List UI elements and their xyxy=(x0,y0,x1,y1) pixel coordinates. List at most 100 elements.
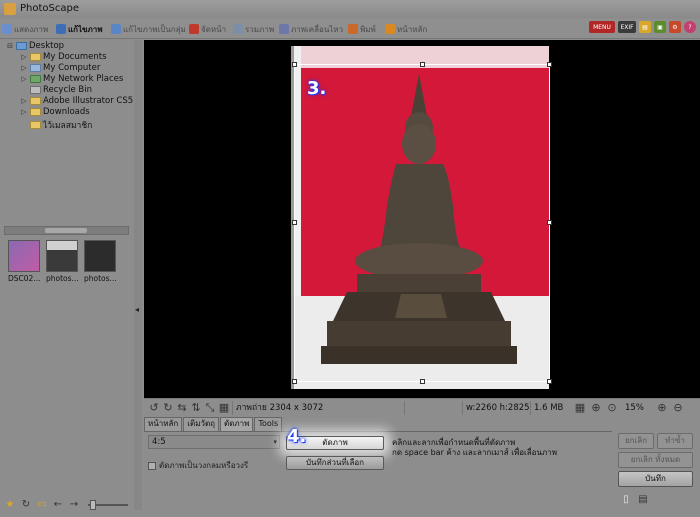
thumbnail-image[interactable] xyxy=(8,240,40,272)
crop-handle[interactable] xyxy=(292,220,297,225)
crop-hint-line-2: กด space bar ค้าง และลากเมาส์ เพื่อเลื่อ… xyxy=(392,448,557,457)
circle-crop-checkbox[interactable]: ตัดภาพเป็นวงกลมหรือวงรี xyxy=(148,459,248,472)
collapse-icon[interactable]: ⊟ xyxy=(6,42,14,50)
zoom-actual-icon[interactable]: ⊙ xyxy=(606,402,618,414)
open-folder-icon[interactable]: ▭ xyxy=(36,499,48,511)
tree-item-downloads[interactable]: ▷ Downloads xyxy=(20,107,89,117)
back-arrow-icon[interactable]: ← xyxy=(52,499,64,511)
tree-item-member-mail[interactable]: ไว้เมลสมาชิก xyxy=(20,118,92,132)
expand-icon[interactable]: ▷ xyxy=(20,97,28,105)
crop-handle[interactable] xyxy=(547,379,552,384)
folder-icon xyxy=(30,53,41,61)
zoom-out-icon[interactable]: ⊖ xyxy=(672,402,684,414)
help-icon[interactable]: ? xyxy=(684,21,696,33)
page-icon xyxy=(189,24,199,34)
thumbnail-size-slider[interactable] xyxy=(88,500,128,510)
tab-editor[interactable]: แก้ไขภาพ xyxy=(56,21,103,37)
zoom-fit-icon[interactable]: ⊕ xyxy=(590,402,602,414)
save-selection-button[interactable]: บันทึกส่วนที่เลือก xyxy=(286,456,384,470)
redo-button[interactable]: ทำซ้ำ xyxy=(657,433,693,449)
tab-viewer[interactable]: แสดงภาพ xyxy=(2,21,48,37)
expand-icon[interactable]: ▷ xyxy=(20,64,28,72)
refresh-icon[interactable]: ↻ xyxy=(20,499,32,511)
exif-button[interactable]: EXIF xyxy=(618,21,636,33)
top-right-buttons: MENU EXIF ▤ ▣ ⚙ ? xyxy=(589,21,696,33)
crop-panel: 4:5 ▾ ตัดภาพเป็นวงกลมหรือวงรี ตัดภาพ 4. … xyxy=(144,426,612,511)
tab-home-tools[interactable]: หน้าหลัก xyxy=(144,417,183,431)
crop-handle[interactable] xyxy=(292,379,297,384)
undo-button[interactable]: ยกเลิก xyxy=(618,433,654,449)
crop-ratio-select[interactable]: 4:5 ▾ xyxy=(148,435,280,449)
rotate-right-icon[interactable]: ↻ xyxy=(162,402,174,414)
resize-icon[interactable]: ⤡ xyxy=(204,402,216,414)
thumbnail-item[interactable]: photos... xyxy=(84,240,120,283)
tree-horizontal-scrollbar[interactable] xyxy=(4,226,129,235)
chevron-down-icon[interactable]: ▾ xyxy=(273,436,277,448)
menu-button[interactable]: MENU xyxy=(589,21,615,33)
flip-horizontal-icon[interactable]: ⇆ xyxy=(176,402,188,414)
tab-objects[interactable]: เติมวัตถุ xyxy=(183,417,219,431)
step-4-marker: 4. xyxy=(287,426,307,447)
tree-item-my-documents[interactable]: ▷ My Documents xyxy=(20,52,106,62)
tab-page[interactable]: จัดหน้า xyxy=(189,21,226,37)
computer-icon xyxy=(30,64,41,72)
crop-handle[interactable] xyxy=(292,62,297,67)
printer-icon[interactable]: ▤ xyxy=(637,494,649,506)
folder-icon xyxy=(30,97,41,105)
thumbnail-strip: DSC02... photos... photos... xyxy=(4,240,134,300)
slider-knob[interactable] xyxy=(90,500,96,510)
tab-batch-editor[interactable]: แก้ไขภาพเป็นกลุ่ม xyxy=(111,21,186,37)
collapse-arrow-icon[interactable]: ◂ xyxy=(135,305,139,314)
tree-item-my-network-places[interactable]: ▷ My Network Places xyxy=(20,74,123,84)
tree-item-adobe-illustrator[interactable]: ▷ Adobe Illustrator CS5 xyxy=(20,96,133,106)
rotate-left-icon[interactable]: ↺ xyxy=(148,402,160,414)
zoom-in-icon[interactable]: ⊕ xyxy=(656,402,668,414)
image-canvas[interactable]: 3. xyxy=(144,40,700,398)
thumbnail-item[interactable]: photos... xyxy=(46,240,82,283)
batch-editor-icon xyxy=(111,24,121,34)
tab-print[interactable]: พิมพ์ xyxy=(348,21,376,37)
thumbnail-image[interactable] xyxy=(84,240,116,272)
folder-icon xyxy=(30,121,41,129)
image-status-bar: ↺ ↻ ⇆ ⇅ ⤡ ▦ ภาพถ่าย 2304 x 3072 w:2260 h… xyxy=(144,398,700,416)
grid-icon[interactable]: ▦ xyxy=(574,402,586,414)
tab-animated-gif[interactable]: ภาพเคลื่อนไหว xyxy=(279,21,343,37)
thumbnail-item[interactable]: DSC02... xyxy=(8,240,44,283)
crop-handle[interactable] xyxy=(420,379,425,384)
settings-icon[interactable]: ⚙ xyxy=(669,21,681,33)
forward-arrow-icon[interactable]: → xyxy=(68,499,80,511)
tab-combine[interactable]: รวมภาพ xyxy=(233,21,274,37)
crop-handle[interactable] xyxy=(547,220,552,225)
folder-icon xyxy=(30,108,41,116)
folder-icon[interactable]: ▤ xyxy=(639,21,651,33)
image-info-icon[interactable]: ▦ xyxy=(218,402,230,414)
tab-tools[interactable]: Tools xyxy=(254,417,283,431)
image-icon[interactable]: ▣ xyxy=(654,21,666,33)
tree-item-my-computer[interactable]: ▷ My Computer xyxy=(20,63,100,73)
expand-icon[interactable]: ▷ xyxy=(20,75,28,83)
selection-size-text: w:2260 h:2825 xyxy=(462,401,530,415)
folder-tree: ⊟ Desktop ▷ My Documents ▷ My Computer ▷… xyxy=(2,40,133,223)
favorite-star-icon[interactable]: ★ xyxy=(4,499,16,511)
empty-status-field xyxy=(404,401,462,415)
thumbnail-image[interactable] xyxy=(46,240,78,272)
photoscape-logo-icon xyxy=(4,3,16,15)
undo-all-button[interactable]: ยกเลิก ทั้งหมด xyxy=(618,452,693,468)
tab-home[interactable]: หน้าหลัก xyxy=(385,21,427,37)
step-3-marker: 3. xyxy=(307,78,327,99)
tab-crop[interactable]: ตัดภาพ xyxy=(220,417,254,431)
panel-splitter[interactable]: ◂ xyxy=(134,40,142,510)
crop-selection[interactable] xyxy=(292,62,552,384)
tree-item-recycle-bin[interactable]: Recycle Bin xyxy=(20,85,92,95)
new-document-icon[interactable]: ▯ xyxy=(620,494,632,506)
save-button[interactable]: บันทึก xyxy=(618,471,693,487)
expand-icon[interactable]: ▷ xyxy=(20,53,28,61)
scrollbar-thumb[interactable] xyxy=(45,228,87,233)
crop-handle[interactable] xyxy=(420,62,425,67)
crop-handle[interactable] xyxy=(547,62,552,67)
expand-icon[interactable]: ▷ xyxy=(20,108,28,116)
flip-vertical-icon[interactable]: ⇅ xyxy=(190,402,202,414)
zoom-level-text: 15% xyxy=(625,403,644,413)
checkbox-box[interactable] xyxy=(148,461,156,470)
tree-item-desktop[interactable]: ⊟ Desktop xyxy=(6,41,64,51)
